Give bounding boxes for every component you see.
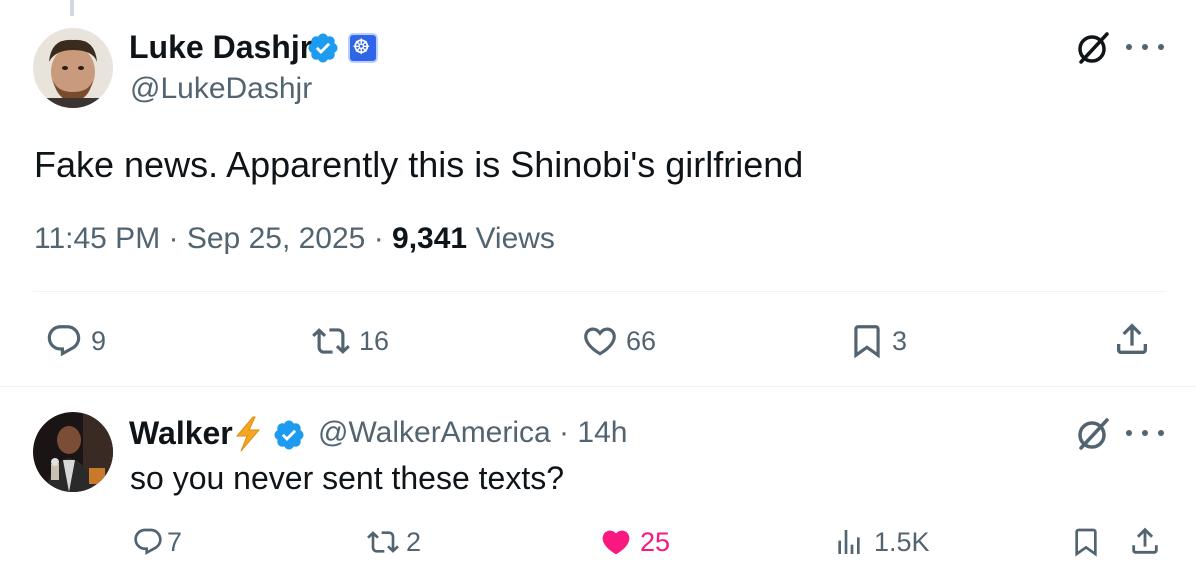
avatar-image xyxy=(33,28,113,108)
repost-button[interactable]: 2 xyxy=(364,526,421,558)
reply-text: so you never sent these texts? xyxy=(130,460,565,496)
repost-count: 2 xyxy=(406,527,422,557)
views-icon xyxy=(838,530,860,554)
reply-button[interactable]: 9 xyxy=(43,322,106,360)
tweet-text: Fake news. Apparently this is Shinobi's … xyxy=(34,144,804,185)
repost-icon xyxy=(312,328,350,354)
meta-separator: · xyxy=(160,222,187,255)
bookmark-button[interactable] xyxy=(1070,524,1102,560)
reply-icon xyxy=(47,325,81,357)
repost-count: 16 xyxy=(359,326,390,356)
repost-button[interactable]: 16 xyxy=(309,322,389,360)
main-author-avatar[interactable] xyxy=(33,28,113,108)
main-author-handle[interactable]: @LukeDashjr xyxy=(130,71,312,107)
share-icon xyxy=(1117,323,1147,354)
divider xyxy=(33,291,1165,292)
reply-time[interactable]: · 14h xyxy=(551,416,627,449)
reply-author-handle[interactable]: @WalkerAmerica xyxy=(318,416,551,449)
thread-connector-line xyxy=(70,0,74,16)
bookmark-count: 3 xyxy=(892,326,908,356)
tweet-date[interactable]: Sep 25, 2025 xyxy=(187,220,366,258)
reply-button[interactable]: 7 xyxy=(131,526,182,558)
reply-author-name[interactable]: Walker xyxy=(129,414,233,452)
meta-separator: · xyxy=(365,222,393,255)
more-options-icon[interactable] xyxy=(1126,426,1164,440)
views-count: 9,341 xyxy=(392,222,468,255)
heart-filled-icon xyxy=(602,530,630,555)
like-button[interactable]: 25 xyxy=(598,526,670,558)
repost-icon xyxy=(367,531,399,553)
divider xyxy=(0,386,1196,387)
share-icon xyxy=(1132,527,1158,554)
views-count: 1.5K xyxy=(874,527,930,557)
main-author-name[interactable]: Luke Dashjr xyxy=(129,28,312,66)
tweet-time[interactable]: 11:45 PM xyxy=(34,220,160,258)
reply-count: 9 xyxy=(91,326,107,356)
verified-badge-icon[interactable] xyxy=(272,418,306,452)
verified-badge-icon[interactable] xyxy=(306,31,340,65)
bookmark-button[interactable]: 3 xyxy=(848,320,907,362)
views-button[interactable]: 1.5K xyxy=(832,526,930,558)
bookmark-icon xyxy=(1075,528,1097,557)
reply-count: 7 xyxy=(167,527,183,557)
bookmark-icon xyxy=(854,325,880,359)
affiliate-badge-icon[interactable] xyxy=(348,33,378,63)
like-count: 25 xyxy=(640,527,671,557)
share-button[interactable] xyxy=(1128,522,1162,560)
more-options-icon[interactable] xyxy=(1126,40,1164,54)
reply-icon xyxy=(134,528,162,555)
reply-handle-row: @WalkerAmerica · 14h xyxy=(318,415,627,451)
grok-icon[interactable] xyxy=(1073,28,1113,68)
share-button[interactable] xyxy=(1112,318,1152,360)
tweet-meta: 11:45 PM · Sep 25, 2025 · 9,341 Views xyxy=(34,220,555,258)
views-label: Views xyxy=(467,222,555,255)
like-count: 66 xyxy=(626,326,657,356)
avatar-image xyxy=(33,412,113,492)
heart-icon xyxy=(584,327,616,356)
lightning-bolt-icon xyxy=(231,416,265,452)
like-button[interactable]: 66 xyxy=(580,322,656,360)
reply-author-avatar[interactable] xyxy=(33,412,113,492)
grok-icon[interactable] xyxy=(1073,414,1113,454)
